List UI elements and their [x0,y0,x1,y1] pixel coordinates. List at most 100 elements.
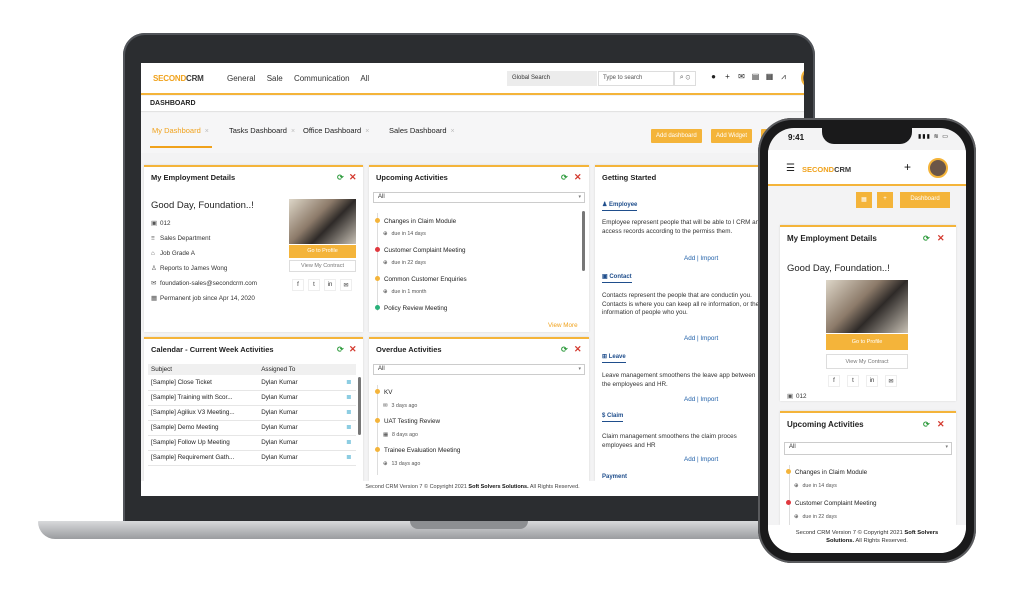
import-link[interactable]: Import [700,456,718,463]
detail-icon[interactable]: ≣ [341,435,356,451]
refresh-icon[interactable]: ⟳ [561,173,568,182]
detail-icon[interactable]: ≣ [341,405,356,421]
add-button[interactable]: + [877,192,893,208]
section-contact[interactable]: ▣ Contact [602,273,632,283]
list-item[interactable]: KV [375,389,392,396]
refresh-icon[interactable]: ⟳ [561,345,568,354]
company-link[interactable]: Solutions. [826,538,854,544]
list-item[interactable]: Customer Complaint Meeting [786,500,877,507]
search-icon[interactable]: ⌕ ⊙ [674,71,696,86]
close-icon[interactable]: ✕ [349,172,357,183]
cell-subject[interactable]: [Sample] Follow Up Meeting [148,435,259,451]
add-dashboard-button[interactable]: Add dashboard [651,129,702,143]
add-link[interactable]: Add [684,335,695,342]
grid-button[interactable]: ▦ [856,192,872,208]
column-subject[interactable]: Subject [148,364,259,375]
add-link[interactable]: Add [684,255,695,262]
refresh-icon[interactable]: ⟳ [337,345,344,354]
refresh-icon[interactable]: ⟳ [337,173,344,182]
table-row[interactable]: [Sample] Requirement Gath... Dylan Kumar ≣ [148,450,356,466]
global-search-select[interactable]: Global Search [507,71,597,86]
company-link[interactable]: Soft Solvers Solutions. [468,484,528,490]
close-icon[interactable]: ✕ [937,233,945,244]
user-avatar[interactable] [801,68,804,88]
detail-icon[interactable]: ≣ [341,375,356,391]
table-row[interactable]: [Sample] Training with Scor... Dylan Kuma… [148,390,356,406]
tab-my-dashboard[interactable]: My Dashboard × [152,126,209,135]
view-more-link[interactable]: View More [548,322,578,329]
add-link[interactable]: Add [684,456,695,463]
tab-tasks-dashboard[interactable]: Tasks Dashboard × [229,126,295,135]
document-icon[interactable]: ▤ [750,72,761,84]
close-icon[interactable]: ✕ [574,344,582,355]
list-item[interactable]: Trainee Evaluation Meeting [375,447,460,454]
list-item[interactable]: Policy Review Meeting [375,305,447,312]
go-to-profile-button[interactable]: Go to Profile [289,245,356,258]
view-contract-button[interactable]: View My Contract [289,260,356,272]
menu-general[interactable]: General [227,74,255,83]
chart-icon[interactable]: ⩘ [778,72,789,84]
list-item[interactable]: UAT Testing Review [375,418,440,425]
close-icon[interactable]: ✕ [349,344,357,355]
menu-all[interactable]: All [360,74,369,83]
microphone-icon[interactable]: ● [708,72,719,84]
import-link[interactable]: Import [700,255,718,262]
activity-filter-select[interactable]: All ▾ [373,192,585,203]
menu-sale[interactable]: Sale [267,74,283,83]
close-icon[interactable]: ✕ [937,419,945,430]
list-item[interactable]: Changes in Claim Module [375,218,456,225]
table-row[interactable]: [Sample] Close Ticket Dylan Kumar ≣ [148,375,356,391]
add-icon[interactable]: + [904,160,911,174]
table-row[interactable]: [Sample] Demo Meeting Dylan Kumar ≣ [148,420,356,436]
cell-subject[interactable]: [Sample] Requirement Gath... [148,450,259,466]
add-icon[interactable]: + [722,72,733,84]
facebook-icon[interactable]: f [292,279,304,291]
twitter-icon[interactable]: t [308,279,320,291]
import-link[interactable]: Import [700,396,718,403]
email-share-icon[interactable]: ✉ [885,375,897,387]
table-row[interactable]: [Sample] Agiliux V3 Meeting... Dylan Kuma… [148,405,356,421]
company-link[interactable]: Soft Solvers [904,530,938,536]
app-logo[interactable]: SECONDCRM [153,74,204,83]
scrollbar[interactable] [582,211,585,271]
list-item[interactable]: Changes in Claim Module [786,469,867,476]
close-icon[interactable]: ✕ [574,172,582,183]
activity-filter-select[interactable]: All ▾ [373,364,585,375]
cell-subject[interactable]: [Sample] Agiliux V3 Meeting... [148,405,259,421]
linkedin-icon[interactable]: in [866,375,878,387]
email-share-icon[interactable]: ✉ [340,279,352,291]
hamburger-menu-icon[interactable]: ☰ [786,163,795,174]
go-to-profile-button[interactable]: Go to Profile [826,334,908,350]
detail-icon[interactable]: ≣ [341,390,356,406]
refresh-icon[interactable]: ⟳ [923,234,930,243]
cell-subject[interactable]: [Sample] Close Ticket [148,375,259,391]
section-claim[interactable]: $ Claim [602,413,624,422]
section-payment[interactable]: Payment [602,474,627,481]
add-widget-button[interactable]: Add Widget [711,129,753,143]
menu-communication[interactable]: Communication [294,74,350,83]
import-link[interactable]: Import [700,335,718,342]
user-avatar[interactable] [928,158,948,178]
table-row[interactable]: [Sample] Follow Up Meeting Dylan Kumar ≣ [148,435,356,451]
add-link[interactable]: Add [684,396,695,403]
cell-subject[interactable]: [Sample] Demo Meeting [148,420,259,436]
list-item[interactable]: Customer Complaint Meeting [375,247,466,254]
app-logo[interactable]: SECONDCRM [802,165,851,174]
cell-subject[interactable]: [Sample] Training with Scor... [148,390,259,406]
tab-office-dashboard[interactable]: Office Dashboard × [303,126,369,135]
section-leave[interactable]: ⊞ Leave [602,353,626,363]
refresh-icon[interactable]: ⟳ [923,420,930,429]
search-input[interactable]: Type to search [598,71,674,86]
column-assigned-to[interactable]: Assigned To [258,364,342,375]
view-contract-button[interactable]: View My Contract [826,354,908,369]
detail-icon[interactable]: ≣ [341,420,356,436]
activity-filter-select[interactable]: All ▾ [784,442,952,455]
mail-icon[interactable]: ✉ [736,72,747,84]
scrollbar[interactable] [358,377,361,435]
facebook-icon[interactable]: f [828,375,840,387]
twitter-icon[interactable]: t [847,375,859,387]
list-item[interactable]: Common Customer Enquiries [375,276,467,283]
detail-icon[interactable]: ≣ [341,450,356,466]
tab-sales-dashboard[interactable]: Sales Dashboard × [389,126,455,135]
calendar-icon[interactable]: ▦ [764,72,775,84]
